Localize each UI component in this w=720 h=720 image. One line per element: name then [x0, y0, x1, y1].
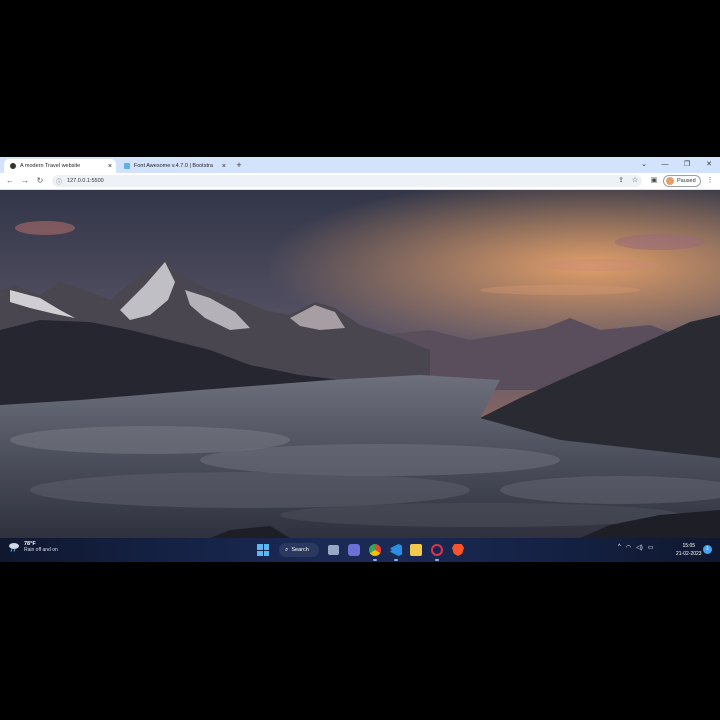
weather-widget[interactable]: 78°F Rain off and on	[8, 541, 58, 553]
globe-icon	[10, 163, 16, 169]
brave-icon[interactable]	[452, 544, 464, 556]
clock-time: 15:05	[682, 543, 696, 549]
file-explorer-icon[interactable]	[410, 544, 422, 556]
chrome-icon[interactable]	[369, 544, 381, 556]
chrome-running-indicator	[373, 559, 377, 561]
search-icon: ⌕	[285, 546, 289, 553]
task-view-icon[interactable]	[328, 545, 339, 555]
close-window-icon[interactable]: ✕	[703, 159, 715, 171]
tab-title: Font Awesome v.4.7.0 | Bootstra	[134, 163, 213, 169]
teams-chat-icon[interactable]	[348, 544, 360, 556]
windows-taskbar: 78°F Rain off and on ⌕ Search ^ ◠ ◁) ▭ 1…	[0, 538, 720, 562]
tab-title: A modern Travel website	[20, 163, 81, 169]
browser-toolbar: ← → ↻ ⓘ 127.0.0.1:5500 ⇪ ☆ ▣ Paused ⋮	[0, 173, 720, 190]
opera-gx-icon[interactable]	[431, 544, 443, 556]
vs-code-icon[interactable]	[390, 544, 402, 556]
forward-icon[interactable]: →	[19, 175, 31, 187]
font-awesome-favicon-icon	[124, 163, 130, 169]
volume-icon[interactable]: ◁)	[636, 544, 643, 551]
vscode-running-indicator	[394, 559, 398, 561]
battery-icon[interactable]: ▭	[648, 544, 654, 551]
close-tab-icon[interactable]: ×	[108, 163, 112, 170]
windows-start-icon[interactable]	[257, 544, 269, 556]
side-panel-icon[interactable]: ▣	[649, 176, 659, 186]
search-label: Search	[291, 547, 309, 553]
taskbar-clock[interactable]: 15:05 21-02-2023	[676, 542, 702, 558]
site-info-icon[interactable]: ⓘ	[56, 177, 62, 186]
weather-condition: Rain off and on	[24, 547, 58, 553]
address-bar[interactable]: ⓘ 127.0.0.1:5500	[52, 175, 642, 187]
system-tray: ^ ◠ ◁) ▭	[618, 544, 653, 551]
back-icon[interactable]: ←	[4, 175, 16, 187]
clock-date: 21-02-2023	[676, 551, 702, 557]
screen: A modern Travel website × Font Awesome v…	[0, 157, 720, 562]
tray-overflow-chevron-icon[interactable]: ^	[618, 544, 621, 551]
restore-icon[interactable]: ❐	[681, 159, 693, 171]
reload-icon[interactable]: ↻	[34, 175, 46, 187]
browser-tab-bar: A modern Travel website × Font Awesome v…	[0, 157, 720, 173]
mountain-landscape-background	[0, 190, 720, 538]
rain-cloud-icon	[9, 543, 19, 552]
taskbar-search-button[interactable]: ⌕ Search	[279, 543, 319, 557]
url-text: 127.0.0.1:5500	[67, 178, 104, 184]
tab-search-icon[interactable]: ⌄	[638, 159, 650, 171]
browser-menu-icon[interactable]: ⋮	[705, 176, 715, 186]
profile-status: Paused	[677, 178, 696, 184]
tab-font-awesome[interactable]: Font Awesome v.4.7.0 | Bootstra ×	[118, 159, 230, 173]
close-tab-icon[interactable]: ×	[222, 163, 226, 170]
profile-button[interactable]: Paused	[663, 175, 701, 187]
avatar	[666, 177, 674, 185]
web-page-content	[0, 190, 720, 538]
notification-badge[interactable]: 1	[703, 545, 712, 554]
opera-running-indicator	[435, 559, 439, 561]
share-icon[interactable]: ⇪	[616, 176, 626, 186]
wifi-icon[interactable]: ◠	[626, 544, 631, 551]
new-tab-button[interactable]: +	[234, 160, 244, 170]
bookmark-star-icon[interactable]: ☆	[630, 176, 640, 186]
minimize-icon[interactable]: —	[659, 159, 671, 171]
tab-a-modern-travel-website[interactable]: A modern Travel website ×	[4, 159, 116, 173]
